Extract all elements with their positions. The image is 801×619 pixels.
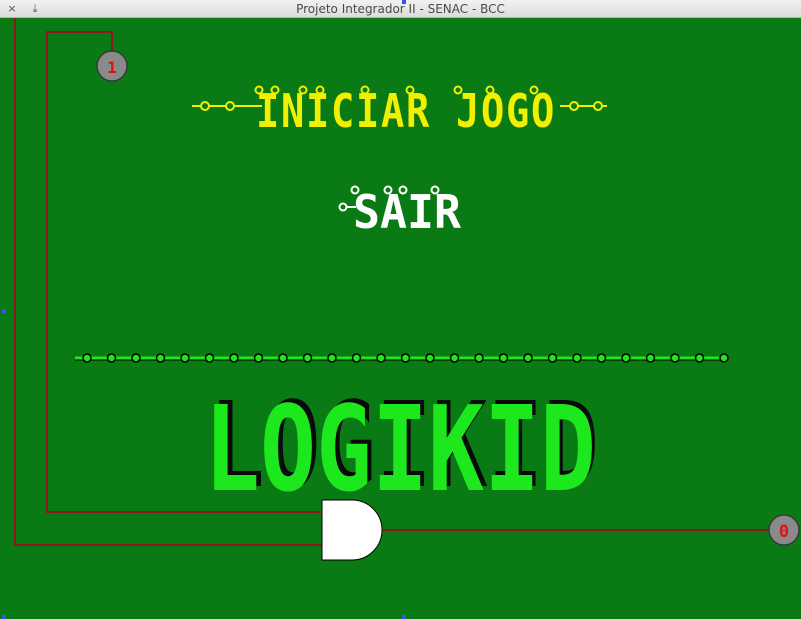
bus-dot	[547, 353, 558, 363]
bus-dot	[204, 353, 215, 363]
bus-dot	[719, 353, 729, 363]
resize-handle-bottom[interactable]	[402, 615, 406, 619]
bus-dot	[670, 353, 680, 363]
exit-button[interactable]: SAIR	[338, 185, 462, 239]
bus-dot	[596, 353, 607, 363]
bus-dot	[376, 353, 386, 363]
output-node: 0	[768, 514, 800, 546]
logo-bus-decoration	[75, 353, 729, 363]
bus-dot	[523, 353, 533, 363]
input-node[interactable]: 1	[96, 50, 128, 82]
bus-dot	[131, 353, 141, 363]
bus-dot	[327, 353, 337, 363]
bus-dot	[449, 353, 460, 363]
bus-dot	[82, 353, 92, 363]
start-game-label: INICIAR JOGO	[256, 84, 556, 138]
window-titlebar: × ⤓ Projeto Integrador II - SENAC - BCC	[0, 0, 801, 18]
bus-dot	[645, 353, 656, 363]
game-scene: 1 0 INICIAR JOGO SAIR LOGIKID LOGIKID	[14, 18, 800, 561]
input-node-value: 1	[107, 58, 117, 77]
bus-dot	[400, 353, 411, 363]
logikid-logo: LOGIKID LOGIKID	[204, 376, 599, 518]
resize-handle-left[interactable]	[2, 309, 6, 313]
bus-dot	[694, 353, 705, 363]
resize-handle-top[interactable]	[402, 0, 406, 4]
bus-dot	[351, 353, 362, 363]
bus-dot	[106, 353, 117, 363]
bus-dot	[302, 353, 313, 363]
bus-dot	[253, 353, 264, 363]
bus-dot	[621, 353, 631, 363]
output-node-value: 0	[779, 522, 789, 542]
bus-dot	[229, 353, 239, 363]
exit-label: SAIR	[353, 185, 461, 239]
window-title: Projeto Integrador II - SENAC - BCC	[296, 2, 505, 16]
bus-dot	[180, 353, 190, 363]
bus-dot	[474, 353, 484, 363]
resize-handle-bottom-left[interactable]	[2, 615, 6, 619]
bus-dot	[425, 353, 435, 363]
bus-dot	[498, 353, 509, 363]
bus-dot	[155, 353, 166, 363]
bus-dot	[278, 353, 288, 363]
start-game-button[interactable]: INICIAR JOGO	[192, 84, 607, 138]
bus-dot	[572, 353, 582, 363]
game-canvas: 1 0 INICIAR JOGO SAIR LOGIKID LOGIKID	[0, 0, 801, 619]
logo-text: LOGIKID	[204, 380, 596, 518]
